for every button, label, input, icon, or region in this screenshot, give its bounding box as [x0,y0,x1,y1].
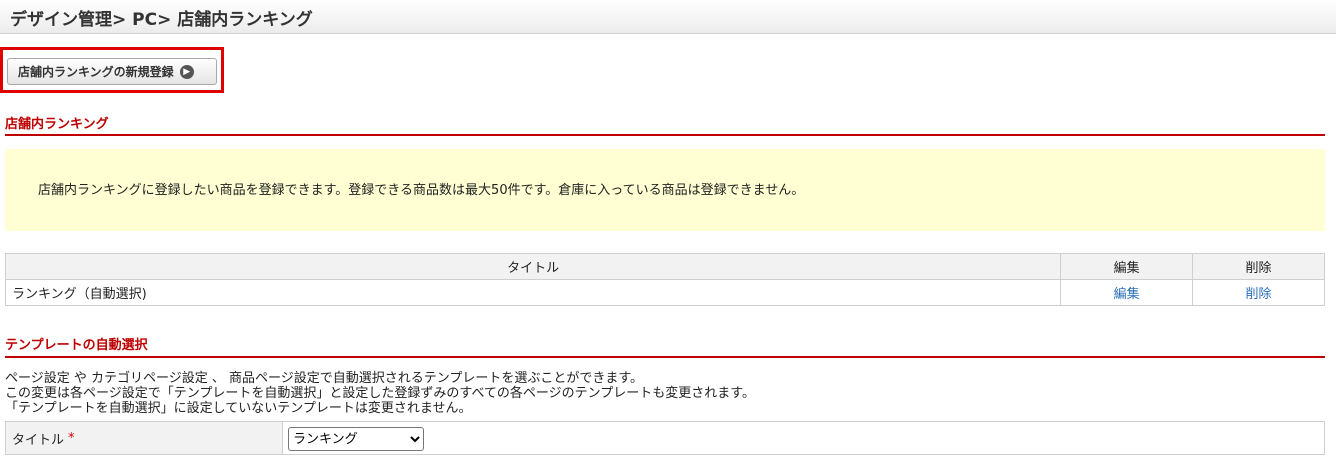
description-line: 「テンプレートを自動選択」に設定していないテンプレートは変更されません。 [5,401,472,416]
arrow-right-icon: ▶ [179,64,194,79]
new-ranking-button-label: 店舗内ランキングの新規登録 [18,65,174,79]
column-header-delete: 削除 [1192,253,1325,280]
section-title-template: テンプレートの自動選択 [5,338,148,353]
edit-link[interactable]: 編集 [1114,287,1140,302]
notice-text: 店舗内ランキングに登録したい商品を登録できます。登録できる商品数は最大50件です… [38,183,805,198]
description-line: この変更は各ページ設定で「テンプレートを自動選択」と設定した登録ずみのすべての各… [5,386,755,401]
ranking-table: タイトル 編集 削除 ランキング（自動選択) 編集 削除 [4,253,1325,306]
title-label: タイトル [12,432,65,448]
required-mark: * [68,430,75,446]
table-header-row: タイトル 編集 削除 [4,253,1325,280]
page-title: デザイン管理> PC> 店舗内ランキング [10,10,313,30]
section-divider-template [5,356,1325,358]
section-title-ranking: 店舗内ランキング [5,117,109,132]
row-delete-cell: 削除 [1192,279,1325,306]
title-label-cell: タイトル * [6,422,283,454]
template-select[interactable]: ランキング [288,427,424,451]
column-header-edit: 編集 [1060,253,1194,280]
row-title: ランキング（自動選択) [4,279,1062,306]
column-header-title: タイトル [4,253,1062,280]
template-form-row: タイトル * ランキング [5,421,1325,455]
page-header: デザイン管理> PC> 店舗内ランキング [0,0,1336,34]
table-row: ランキング（自動選択) 編集 削除 [4,279,1325,306]
section-divider-ranking [5,134,1325,136]
delete-link[interactable]: 削除 [1246,287,1272,302]
new-ranking-button[interactable]: 店舗内ランキングの新規登録 ▶ [7,58,217,85]
row-edit-cell: 編集 [1060,279,1194,306]
template-description: ページ設定 や カテゴリページ設定 、 商品ページ設定で自動選択されるテンプレー… [5,371,755,416]
notice-box: 店舗内ランキングに登録したい商品を登録できます。登録できる商品数は最大50件です… [5,149,1325,231]
description-line: ページ設定 や カテゴリページ設定 、 商品ページ設定で自動選択されるテンプレー… [5,371,644,386]
